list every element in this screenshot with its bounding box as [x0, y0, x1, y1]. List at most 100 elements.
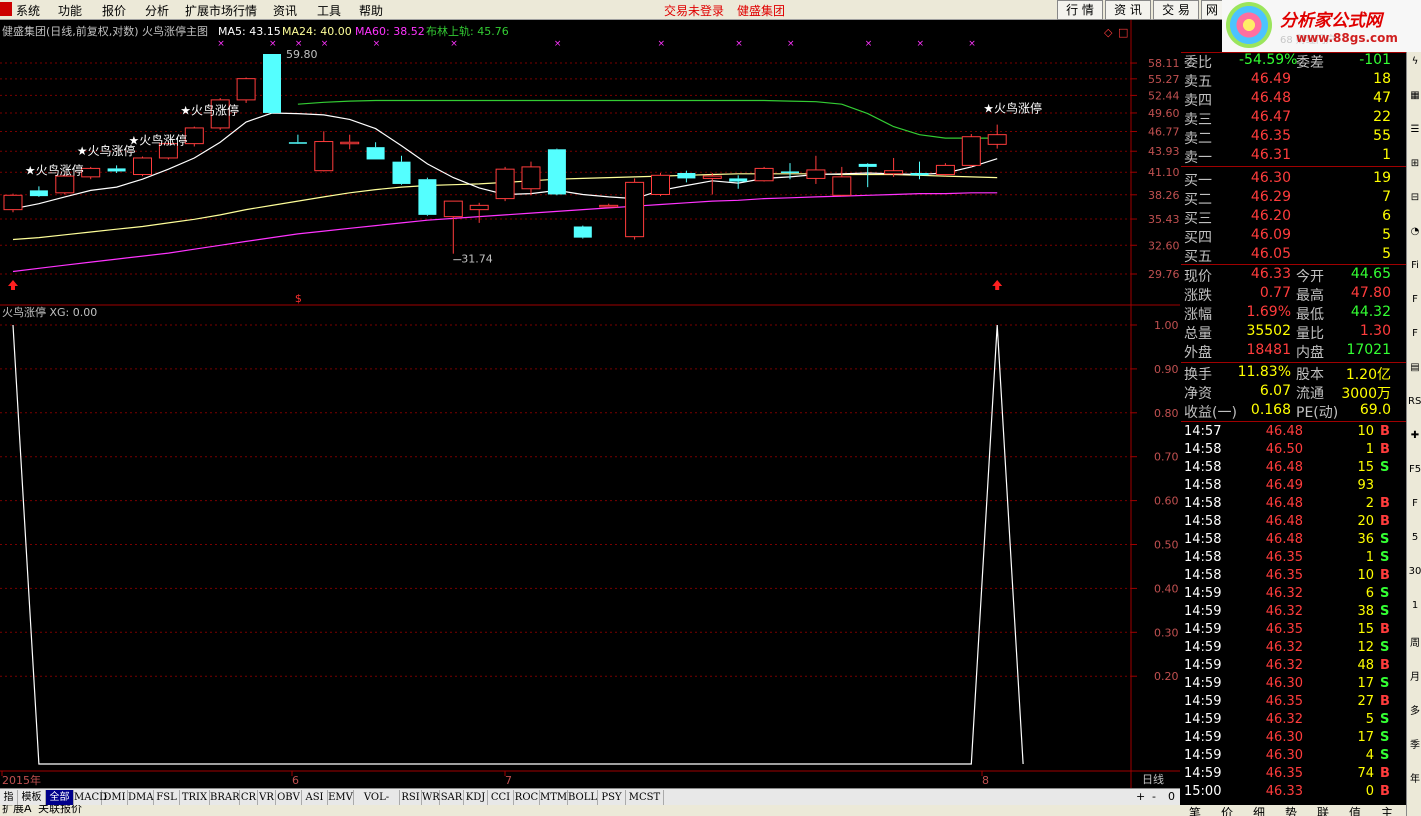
- right-tool-icon[interactable]: F: [1408, 328, 1421, 339]
- zoom-reset-button[interactable]: 0: [1168, 790, 1175, 803]
- tick-row[interactable]: 14:59 46.35 74 B: [1181, 766, 1406, 784]
- tick-row[interactable]: 14:57 46.48 10 B: [1181, 424, 1406, 442]
- menu-news[interactable]: 资讯: [273, 2, 297, 19]
- tab-obv[interactable]: OBV: [276, 790, 302, 805]
- tick-row[interactable]: 14:59 46.30 17 S: [1181, 730, 1406, 748]
- right-tool-icon[interactable]: ϟ: [1408, 56, 1421, 67]
- bottom-tab[interactable]: 势: [1285, 805, 1297, 816]
- bottom-tab[interactable]: 联: [1317, 805, 1329, 816]
- right-tool-icon[interactable]: ☰: [1408, 124, 1421, 135]
- bottom-tab[interactable]: 细: [1253, 805, 1265, 816]
- tick-row[interactable]: 14:59 46.32 48 B: [1181, 658, 1406, 676]
- tab-roc[interactable]: ROC: [514, 790, 540, 805]
- tick-row[interactable]: 14:58 46.50 1 B: [1181, 442, 1406, 460]
- tick-row[interactable]: 15:00 46.33 0 B: [1181, 784, 1406, 802]
- tick-row[interactable]: 14:58 46.49 93: [1181, 478, 1406, 496]
- tab-vr[interactable]: VR: [258, 790, 276, 805]
- right-tool-icon[interactable]: RSI: [1408, 396, 1421, 407]
- tick-row[interactable]: 14:59 46.32 5 S: [1181, 712, 1406, 730]
- tab-全部[interactable]: 全部: [46, 790, 74, 805]
- right-tool-icon[interactable]: Fi: [1408, 260, 1421, 271]
- tab-asi[interactable]: ASI: [302, 790, 328, 805]
- right-tool-icon[interactable]: 周: [1408, 634, 1421, 649]
- menu-tools[interactable]: 工具: [317, 2, 341, 19]
- right-tool-icon[interactable]: 30: [1408, 566, 1421, 577]
- tick-list[interactable]: 14:57 46.48 10 B 14:58 46.50 1 B 14:58 46.48 15 S 14…: [1181, 424, 1406, 804]
- tick-row[interactable]: 14:58 46.35 10 B: [1181, 568, 1406, 586]
- tab-wr[interactable]: WR: [422, 790, 440, 805]
- tick-row[interactable]: 14:59 46.35 15 B: [1181, 622, 1406, 640]
- chart-area[interactable]: 59.8031.74★火鸟涨停★火鸟涨停★火鸟涨停★火鸟涨停 ★火鸟涨停$× × × ×…: [0, 20, 1180, 788]
- tab-模板[interactable]: 模板: [18, 790, 46, 805]
- menu-analysis[interactable]: 分析: [145, 2, 169, 19]
- tick-row[interactable]: 14:59 46.32 6 S: [1181, 586, 1406, 604]
- right-tool-icon[interactable]: ✚: [1408, 430, 1421, 441]
- y-tick-label: 35.43: [1148, 213, 1180, 226]
- expand-diamond-icon[interactable]: ◇: [1104, 26, 1113, 39]
- right-tool-icon[interactable]: ⊞: [1408, 158, 1421, 169]
- status-related-quote[interactable]: 关联报价: [38, 805, 82, 816]
- bottom-tab[interactable]: 值: [1349, 805, 1361, 816]
- right-tool-icon[interactable]: ▤: [1408, 362, 1421, 373]
- bottom-tab[interactable]: 主: [1381, 805, 1393, 816]
- tab-dma[interactable]: DMA: [128, 790, 154, 805]
- status-left[interactable]: 扩展A: [2, 805, 32, 816]
- tick-row[interactable]: 14:59 46.30 17 S: [1181, 676, 1406, 694]
- tab-macd[interactable]: MACD: [74, 790, 107, 805]
- right-tool-icon[interactable]: 5: [1408, 532, 1421, 543]
- tab-kdj[interactable]: KDJ: [464, 790, 488, 805]
- tick-row[interactable]: 14:58 46.48 20 B: [1181, 514, 1406, 532]
- tab-cci[interactable]: CCI: [488, 790, 514, 805]
- right-tool-icon[interactable]: F5: [1408, 464, 1421, 475]
- right-tool-icon[interactable]: 月: [1408, 668, 1421, 683]
- tab-指标[interactable]: 指标: [0, 790, 18, 816]
- right-tool-icon[interactable]: 1: [1408, 600, 1421, 611]
- tick-row[interactable]: 14:58 46.35 1 S: [1181, 550, 1406, 568]
- tab-emv[interactable]: EMV: [328, 790, 354, 805]
- tick-row[interactable]: 14:59 46.32 38 S: [1181, 604, 1406, 622]
- tab-cr[interactable]: CR: [240, 790, 258, 805]
- tick-row[interactable]: 14:59 46.35 27 B: [1181, 694, 1406, 712]
- menu-quote[interactable]: 报价: [102, 2, 126, 19]
- zoom-out-button[interactable]: -: [1152, 790, 1156, 803]
- period-label[interactable]: 日线: [1142, 772, 1164, 786]
- tab-fsl[interactable]: FSL: [154, 790, 180, 805]
- bottom-tab[interactable]: 价: [1221, 805, 1233, 816]
- menu-extended-market[interactable]: 扩展市场行情: [185, 2, 257, 19]
- tab-mtm[interactable]: MTM: [540, 790, 568, 805]
- tab-sar[interactable]: SAR: [440, 790, 464, 805]
- tab-boll[interactable]: BOLL: [568, 790, 598, 805]
- tab-vol-tdx[interactable]: VOL-TDX: [354, 790, 400, 816]
- right-tool-icon[interactable]: F: [1408, 294, 1421, 305]
- tab-trix[interactable]: TRIX: [180, 790, 210, 805]
- tick-row[interactable]: 14:58 46.48 2 B: [1181, 496, 1406, 514]
- tab-dmi[interactable]: DMI: [102, 790, 128, 805]
- tab-mcst[interactable]: MCST: [626, 790, 664, 805]
- btn-web[interactable]: 网: [1201, 0, 1223, 20]
- zoom-in-button[interactable]: +: [1136, 790, 1145, 803]
- btn-market[interactable]: 行 情: [1057, 0, 1103, 20]
- right-tool-icon[interactable]: ◔: [1408, 226, 1421, 237]
- tick-row[interactable]: 14:58 46.48 15 S: [1181, 460, 1406, 478]
- menu-system[interactable]: 系统: [16, 2, 40, 19]
- tick-row[interactable]: 14:58 46.48 36 S: [1181, 532, 1406, 550]
- right-tool-icon[interactable]: 年: [1408, 770, 1421, 785]
- right-tool-icon[interactable]: 季: [1408, 736, 1421, 751]
- tab-rsi[interactable]: RSI: [400, 790, 422, 805]
- right-tool-icon[interactable]: ▦: [1408, 90, 1421, 101]
- menu-function[interactable]: 功能: [58, 2, 82, 19]
- btn-trade[interactable]: 交 易: [1153, 0, 1199, 20]
- candle-body: [288, 142, 307, 144]
- tick-row[interactable]: 14:59 46.30 4 S: [1181, 748, 1406, 766]
- tab-brar[interactable]: BRAR: [210, 790, 240, 805]
- maximize-icon[interactable]: □: [1118, 26, 1128, 39]
- right-tool-icon[interactable]: ⊟: [1408, 192, 1421, 203]
- tab-psy[interactable]: PSY: [598, 790, 626, 805]
- right-tool-icon[interactable]: 多: [1408, 702, 1421, 717]
- trade-login-status[interactable]: 交易未登录: [664, 2, 724, 19]
- bottom-tab[interactable]: 笔: [1189, 805, 1201, 816]
- menu-help[interactable]: 帮助: [359, 2, 383, 19]
- btn-info[interactable]: 资 讯: [1105, 0, 1151, 20]
- tick-row[interactable]: 14:59 46.32 12 S: [1181, 640, 1406, 658]
- right-tool-icon[interactable]: F: [1408, 498, 1421, 509]
